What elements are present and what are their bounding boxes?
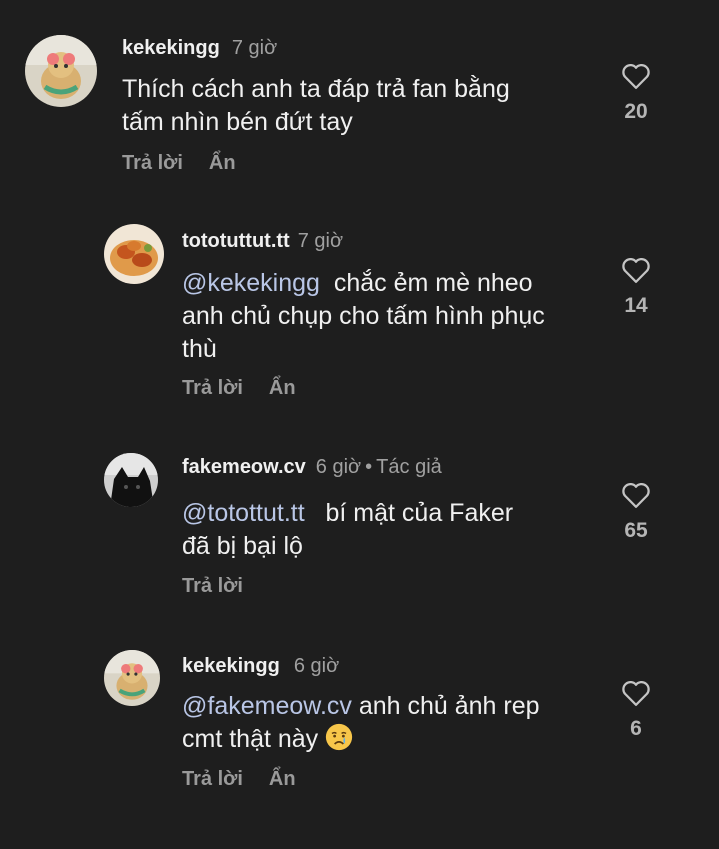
comment-meta: fakemeow.cv 6 giờ • Tác giả bbox=[182, 455, 442, 479]
avatar[interactable] bbox=[104, 453, 158, 507]
comment-text-segment: bí mật của Faker bbox=[325, 499, 514, 527]
like-block: 6 bbox=[606, 679, 666, 741]
like-count: 20 bbox=[624, 100, 648, 123]
comment-text-line: Thích cách anh ta đáp trả fan bằng bbox=[122, 75, 510, 103]
comment-text: Thích cách anh ta đáp trả fan bằng tấm n… bbox=[122, 73, 510, 139]
comment-text-line: @fakemeow.cv anh chủ ảnh rep bbox=[182, 690, 540, 723]
hide-button[interactable]: Ẩn bbox=[269, 768, 296, 790]
like-count: 65 bbox=[624, 519, 648, 542]
avatar[interactable] bbox=[104, 224, 164, 284]
comment-text-segment: chắc ẻm mè nheo bbox=[333, 269, 533, 297]
comment-text-line: cmt thật này bbox=[182, 723, 540, 756]
comment-text: @kekekingg chắc ẻm mè nheo anh chủ chụp … bbox=[182, 267, 545, 366]
mention-link[interactable]: @totottut.tt bbox=[182, 499, 305, 527]
comment-actions: Trả lời Ẩn bbox=[182, 768, 322, 791]
timestamp: 6 giờ bbox=[315, 456, 362, 478]
mention-link[interactable]: @fakemeow.cv bbox=[182, 692, 352, 720]
mention-link[interactable]: @kekekingg bbox=[182, 269, 320, 297]
hide-button[interactable]: Ẩn bbox=[269, 377, 296, 399]
black-cat-avatar-icon bbox=[104, 453, 158, 507]
comment-text-line: anh chủ chụp cho tấm hình phục bbox=[182, 302, 545, 330]
timestamp: 6 giờ bbox=[293, 655, 340, 677]
username[interactable]: kekekingg bbox=[182, 655, 280, 677]
like-count: 14 bbox=[624, 294, 648, 317]
comment-text-segment: anh chủ ảnh rep bbox=[358, 692, 540, 720]
food-avatar-icon bbox=[104, 224, 164, 284]
comment-text-line: @totottut.tt bí mật của Faker bbox=[182, 497, 513, 530]
comment-meta: tototuttut.tt 7 giờ bbox=[182, 229, 343, 253]
comment-text-segment: cmt thật này bbox=[182, 725, 319, 753]
avatar[interactable] bbox=[25, 35, 97, 107]
comments-screen: { "comments": [ { "username": "kekekingg… bbox=[0, 0, 719, 849]
comment-text: @totottut.tt bí mật của Faker đã bị bại … bbox=[182, 497, 513, 563]
comment-text-line: thù bbox=[182, 335, 217, 363]
cat-toy-avatar-icon bbox=[25, 35, 97, 107]
heart-icon[interactable] bbox=[621, 481, 651, 509]
username[interactable]: fakemeow.cv bbox=[182, 456, 306, 478]
timestamp: 7 giờ bbox=[297, 230, 344, 252]
comment-actions: Trả lời Ẩn bbox=[122, 152, 262, 175]
heart-icon[interactable] bbox=[621, 62, 651, 90]
crying-face-emoji-icon bbox=[326, 723, 353, 751]
cat-toy-avatar-icon bbox=[104, 650, 160, 706]
reply-button[interactable]: Trả lời bbox=[182, 377, 243, 399]
heart-icon[interactable] bbox=[621, 256, 651, 284]
timestamp: 7 giờ bbox=[231, 37, 278, 59]
separator-dot: • bbox=[365, 456, 373, 478]
reply-button[interactable]: Trả lời bbox=[122, 152, 183, 174]
like-block: 65 bbox=[606, 481, 666, 543]
reply-button[interactable]: Trả lời bbox=[182, 575, 243, 597]
comment-meta: kekekingg 6 giờ bbox=[182, 654, 339, 678]
comment-text: @fakemeow.cv anh chủ ảnh rep cmt thật nà… bbox=[182, 690, 540, 756]
like-block: 14 bbox=[606, 256, 666, 318]
comment-actions: Trả lời bbox=[182, 575, 269, 598]
username[interactable]: kekekingg bbox=[122, 37, 220, 59]
author-badge: Tác giả bbox=[376, 456, 442, 478]
like-block: 20 bbox=[606, 62, 666, 124]
like-count: 6 bbox=[630, 717, 642, 740]
heart-icon[interactable] bbox=[621, 679, 651, 707]
comment-text-line: tấm nhìn bén đứt tay bbox=[122, 108, 353, 136]
username[interactable]: tototuttut.tt bbox=[182, 230, 290, 252]
comment-text-line: @kekekingg chắc ẻm mè nheo bbox=[182, 267, 545, 300]
comment-meta: kekekingg 7 giờ bbox=[122, 36, 277, 60]
comment-text-line: đã bị bại lộ bbox=[182, 532, 303, 560]
reply-button[interactable]: Trả lời bbox=[182, 768, 243, 790]
avatar[interactable] bbox=[104, 650, 160, 706]
comment-actions: Trả lời Ẩn bbox=[182, 377, 322, 400]
hide-button[interactable]: Ẩn bbox=[209, 152, 236, 174]
